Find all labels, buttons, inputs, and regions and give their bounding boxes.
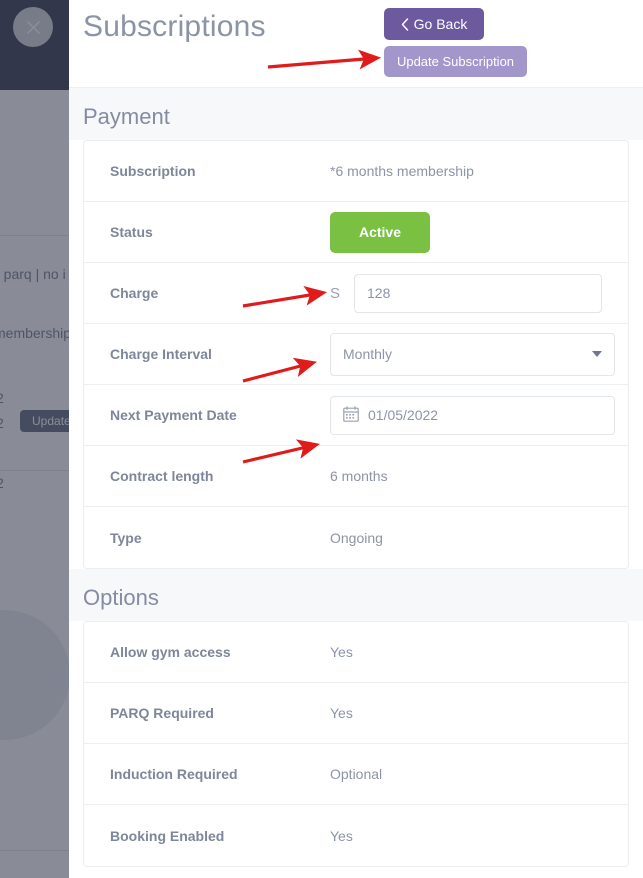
payment-section-band: Payment (69, 88, 643, 140)
row-value-induction-required: Optional (330, 766, 383, 782)
row-value-subscription: *6 months membership (330, 163, 474, 179)
table-row: Contract length 6 months (84, 446, 628, 507)
row-label-subscription: Subscription (110, 163, 196, 179)
page-title: Subscriptions (83, 10, 266, 43)
charge-interval-select[interactable]: Monthly (330, 332, 615, 376)
chevron-down-icon (592, 351, 602, 357)
table-row: Allow gym access Yes (84, 622, 628, 683)
row-label-status: Status (110, 224, 153, 240)
table-row: Type Ongoing (84, 507, 628, 568)
row-label-next-payment-date: Next Payment Date (110, 407, 237, 423)
options-card: Allow gym access Yes PARQ Required Yes I… (83, 621, 629, 867)
table-row: PARQ Required Yes (84, 683, 628, 744)
row-value-booking-enabled: Yes (330, 827, 353, 844)
go-back-label: Go Back (413, 16, 468, 32)
charge-input[interactable] (354, 273, 603, 313)
table-row: Charge Interval Monthly (84, 324, 628, 385)
chevron-left-icon (401, 17, 409, 31)
row-label-booking-enabled: Booking Enabled (110, 827, 225, 844)
row-label-type: Type (110, 529, 142, 546)
row-label-parq-required: PARQ Required (110, 705, 214, 721)
row-label-induction-required: Induction Required (110, 766, 238, 782)
row-value-status: Active (330, 211, 430, 253)
table-row: Induction Required Optional (84, 744, 628, 805)
table-row: Booking Enabled Yes (84, 805, 628, 866)
calendar-icon (343, 405, 359, 425)
row-value-type: Ongoing (330, 529, 383, 546)
row-label-charge-interval: Charge Interval (110, 346, 212, 362)
row-value-allow-gym-access: Yes (330, 644, 353, 660)
table-row: Status Active (84, 202, 628, 263)
row-value-charge-interval: Monthly (330, 332, 615, 376)
charge-interval-value: Monthly (343, 346, 393, 362)
table-row: Charge S (84, 263, 628, 324)
table-row: Next Payment Date 01/05/2022 (84, 385, 628, 446)
payment-section-title: Payment (83, 104, 170, 129)
row-value-parq-required: Yes (330, 705, 353, 721)
options-section-title: Options (83, 585, 159, 610)
table-row: Subscription *6 months membership (84, 141, 628, 202)
go-back-button[interactable]: Go Back (384, 8, 484, 40)
screen-root: ccess Ta o parq | no i membership 2 2 2 … (0, 0, 643, 878)
payment-card: Subscription *6 months membership Status… (83, 140, 629, 569)
panel-header: Subscriptions Go Back Update Subscriptio… (69, 0, 643, 88)
next-payment-date-input[interactable]: 01/05/2022 (330, 395, 615, 435)
row-value-charge: S (330, 273, 603, 313)
next-payment-date-value: 01/05/2022 (368, 407, 439, 423)
status-badge[interactable]: Active (330, 211, 430, 253)
row-label-charge: Charge (110, 285, 159, 301)
update-subscription-button[interactable]: Update Subscription (384, 46, 527, 77)
currency-symbol: S (330, 284, 341, 302)
options-section-band: Options (69, 569, 643, 621)
row-label-allow-gym-access: Allow gym access (110, 644, 231, 660)
subscription-panel: Subscriptions Go Back Update Subscriptio… (69, 0, 643, 878)
row-label-contract-length: Contract length (110, 468, 214, 484)
row-value-contract-length: 6 months (330, 468, 388, 484)
row-value-next-payment-date: 01/05/2022 (330, 395, 615, 435)
